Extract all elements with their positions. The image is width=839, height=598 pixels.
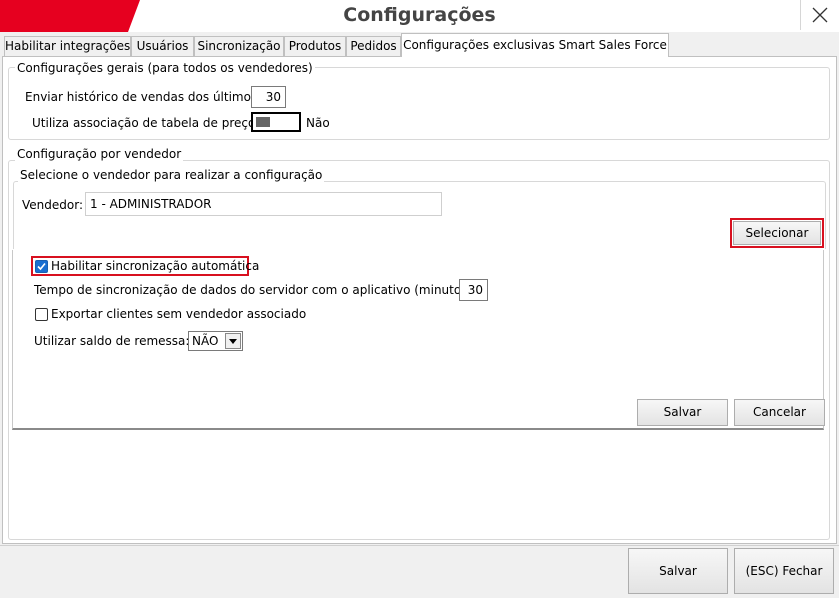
window-title: Configurações — [343, 4, 496, 26]
toggle-knob — [256, 117, 270, 127]
seller-cancel-button-label: Cancelar — [753, 405, 806, 419]
tab-habilitar-integracoes[interactable]: Habilitar integrações — [4, 36, 131, 56]
dropdown-arrow[interactable] — [225, 333, 241, 349]
footer-close-button[interactable]: (ESC) Fechar — [734, 548, 834, 594]
select-seller-button[interactable]: Selecionar — [733, 221, 821, 245]
close-button[interactable] — [800, 0, 839, 30]
footer-close-button-label: (ESC) Fechar — [745, 564, 823, 578]
chevron-down-icon — [229, 338, 237, 344]
footer-separator — [0, 545, 839, 546]
remessa-select-value: NÃO — [192, 334, 219, 348]
seller-save-button-label: Salvar — [663, 405, 702, 419]
footer-save-button[interactable]: Salvar — [628, 548, 728, 594]
check-icon — [37, 262, 46, 271]
remessa-label: Utilizar saldo de remessa: — [34, 334, 190, 348]
footer-save-button-label: Salvar — [659, 564, 697, 578]
history-label: Enviar histórico de vendas dos últimos: — [25, 90, 262, 104]
tab-smart-sales-force[interactable]: Configurações exclusivas Smart Sales For… — [401, 33, 669, 57]
price-table-toggle[interactable] — [251, 112, 301, 132]
seller-field[interactable]: 1 - ADMINISTRADOR — [85, 192, 442, 216]
tab-produtos[interactable]: Produtos — [284, 36, 346, 56]
close-icon — [812, 7, 828, 23]
price-table-state: Não — [306, 116, 330, 130]
auto-sync-checkbox[interactable] — [35, 260, 48, 273]
tab-sincronizacao[interactable]: Sincronização — [194, 36, 284, 56]
auto-sync-label: Habilitar sincronização automática — [51, 259, 260, 273]
select-seller-button-label: Selecionar — [745, 226, 809, 240]
price-table-label: Utiliza associação de tabela de preço: — [32, 116, 260, 130]
remessa-select[interactable]: NÃO — [188, 331, 243, 351]
export-clients-label: Exportar clientes sem vendedor associado — [51, 307, 307, 321]
general-settings-legend: Configurações gerais (para todos os vend… — [15, 60, 315, 76]
export-clients-checkbox[interactable] — [35, 308, 48, 321]
sync-time-label: Tempo de sincronização de dados do servi… — [34, 283, 477, 297]
tab-usuarios[interactable]: Usuários — [131, 36, 194, 56]
history-days-input[interactable]: 30 — [251, 86, 286, 108]
sync-time-input[interactable]: 30 — [459, 279, 488, 301]
per-seller-legend: Configuração por vendedor — [15, 146, 184, 162]
seller-label: Vendedor: — [22, 198, 83, 212]
tab-pedidos[interactable]: Pedidos — [346, 36, 401, 56]
seller-cancel-button[interactable]: Cancelar — [734, 399, 825, 426]
seller-save-button[interactable]: Salvar — [637, 399, 728, 426]
seller-select-legend: Selecione o vendedor para realizar a con… — [18, 167, 325, 183]
